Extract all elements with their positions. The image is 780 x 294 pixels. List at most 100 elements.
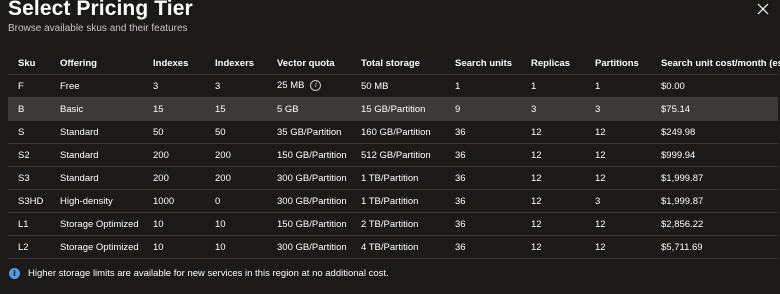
cell-replicas: 12 (521, 120, 585, 144)
cell-indexes-value: 10 (153, 218, 164, 230)
cell-search-units-value: 36 (455, 241, 466, 253)
cell-indexes-value: 50 (153, 126, 164, 138)
cell-partitions: 1 (585, 74, 651, 98)
cell-sku: S3HD (8, 189, 50, 213)
cell-indexers: 15 (205, 97, 267, 121)
cell-sku: S (8, 120, 50, 144)
close-button[interactable] (756, 2, 770, 16)
column-header-replicas: Replicas (521, 52, 585, 75)
cell-total-storage: 1 TB/Partition (351, 189, 445, 213)
cell-total-storage: 512 GB/Partition (351, 143, 445, 167)
cell-replicas: 1 (521, 74, 585, 98)
info-icon: i (9, 268, 20, 279)
cell-total-storage-value: 1 TB/Partition (361, 172, 419, 184)
pricing-table: Sku Offering Indexes Indexers Vector quo… (8, 52, 780, 259)
cell-vector-quota: 35 GB/Partition (267, 120, 351, 144)
cell-search-units-value: 36 (455, 172, 466, 184)
cell-indexers-value: 0 (215, 195, 221, 207)
cell-total-storage: 50 MB (351, 74, 445, 98)
column-header-cost: Search unit cost/month (est.) (651, 52, 780, 75)
cell-vector-quota: 300 GB/Partition (267, 189, 351, 213)
column-header-vector-quota: Vector quota (267, 52, 351, 75)
dialog-header: Select Pricing Tier Browse available sku… (8, 0, 780, 34)
cell-partitions-value: 3 (595, 103, 601, 115)
cell-indexers: 200 (205, 166, 267, 190)
cell-partitions: 12 (585, 143, 651, 167)
cell-vector-quota-value: 25 MB (277, 80, 305, 92)
cell-partitions: 12 (585, 212, 651, 236)
cell-partitions: 12 (585, 235, 651, 259)
cell-partitions: 12 (585, 166, 651, 190)
cell-partitions: 3 (585, 189, 651, 213)
cell-vector-quota-value: 35 GB/Partition (277, 126, 342, 138)
cell-total-storage-value: 512 GB/Partition (361, 149, 431, 161)
cell-total-storage: 1 TB/Partition (351, 166, 445, 190)
cell-indexers-value: 200 (215, 149, 231, 161)
column-header-partitions: Partitions (585, 52, 651, 75)
cell-offering-value: Storage Optimized (60, 218, 139, 230)
table-header-row: Sku Offering Indexes Indexers Vector quo… (8, 52, 780, 75)
cell-offering: Standard (50, 143, 143, 167)
cell-vector-quota: 300 GB/Partition (267, 235, 351, 259)
cell-sku: F (8, 74, 50, 98)
cell-search-units: 36 (445, 166, 521, 190)
table-row[interactable]: S2 Standard 200 200 150 GB/Partition 512 GB/P… (8, 143, 778, 167)
cell-replicas-value: 12 (531, 195, 542, 207)
cell-replicas-value: 3 (531, 103, 537, 115)
cell-offering-value: Standard (60, 149, 99, 161)
cell-search-units-value: 36 (455, 195, 466, 207)
cell-sku-value: F (18, 80, 24, 92)
cell-cost: $0.00 (651, 74, 778, 98)
cell-replicas-value: 12 (531, 218, 542, 230)
cell-vector-quota-value: 300 GB/Partition (277, 172, 347, 184)
cell-offering-value: High-density (60, 195, 113, 207)
cell-partitions-value: 1 (595, 80, 601, 92)
cell-indexers: 0 (205, 189, 267, 213)
cell-replicas-value: 12 (531, 126, 542, 138)
table-row[interactable]: B Basic 15 15 5 GB 15 GB/Partition 9 3 3 $75.14 (8, 97, 778, 121)
cell-search-units: 9 (445, 97, 521, 121)
table-row[interactable]: L2 Storage Optimized 10 10 300 GB/Partition 4… (8, 235, 778, 259)
cell-offering-value: Standard (60, 126, 99, 138)
column-header-total-storage: Total storage (351, 52, 445, 75)
cell-total-storage: 2 TB/Partition (351, 212, 445, 236)
cell-indexes: 50 (143, 120, 205, 144)
cell-vector-quota-value: 300 GB/Partition (277, 195, 347, 207)
cell-indexes: 3 (143, 74, 205, 98)
cell-vector-quota-value: 150 GB/Partition (277, 218, 347, 230)
table-body: F Free 3 3 25 MB i 50 MB 1 1 1 $0.00 B Basic 15 15 5 GB… (8, 74, 778, 259)
cell-offering: Storage Optimized (50, 235, 143, 259)
cell-partitions-value: 12 (595, 218, 606, 230)
table-row[interactable]: S3HD High-density 1000 0 300 GB/Partition 1 T… (8, 189, 778, 213)
cell-vector-quota-value: 300 GB/Partition (277, 241, 347, 253)
cell-search-units: 1 (445, 74, 521, 98)
cell-vector-quota-value: 150 GB/Partition (277, 149, 347, 161)
info-footer: i Higher storage limits are available fo… (9, 268, 389, 279)
cell-indexes-value: 200 (153, 149, 169, 161)
cell-partitions-value: 12 (595, 149, 606, 161)
cell-replicas: 12 (521, 212, 585, 236)
page-title: Select Pricing Tier (8, 0, 193, 20)
cell-offering: Standard (50, 120, 143, 144)
cell-cost: $249.98 (651, 120, 778, 144)
cell-total-storage-value: 160 GB/Partition (361, 126, 431, 138)
cell-search-units: 36 (445, 212, 521, 236)
info-icon[interactable]: i (310, 80, 322, 92)
cell-offering: Basic (50, 97, 143, 121)
table-row[interactable]: F Free 3 3 25 MB i 50 MB 1 1 1 $0.00 (8, 74, 778, 98)
cell-replicas: 12 (521, 235, 585, 259)
cell-offering-value: Standard (60, 172, 99, 184)
table-row[interactable]: L1 Storage Optimized 10 10 150 GB/Partition 2… (8, 212, 778, 236)
cell-indexes-value: 3 (153, 80, 159, 92)
table-row[interactable]: S Standard 50 50 35 GB/Partition 160 GB/Parti… (8, 120, 778, 144)
cell-vector-quota: 150 GB/Partition (267, 212, 351, 236)
cell-sku-value: L1 (18, 218, 29, 230)
cell-indexes-value: 200 (153, 172, 169, 184)
cell-cost-value: $999.94 (661, 149, 696, 161)
cell-partitions-value: 12 (595, 126, 606, 138)
cell-vector-quota: 25 MB i (267, 74, 351, 98)
cell-cost-value: $0.00 (661, 80, 685, 92)
table-row[interactable]: S3 Standard 200 200 300 GB/Partition 1 TB/Par… (8, 166, 778, 190)
cell-replicas-value: 12 (531, 149, 542, 161)
pricing-table-container: Sku Offering Indexes Indexers Vector quo… (8, 52, 780, 259)
